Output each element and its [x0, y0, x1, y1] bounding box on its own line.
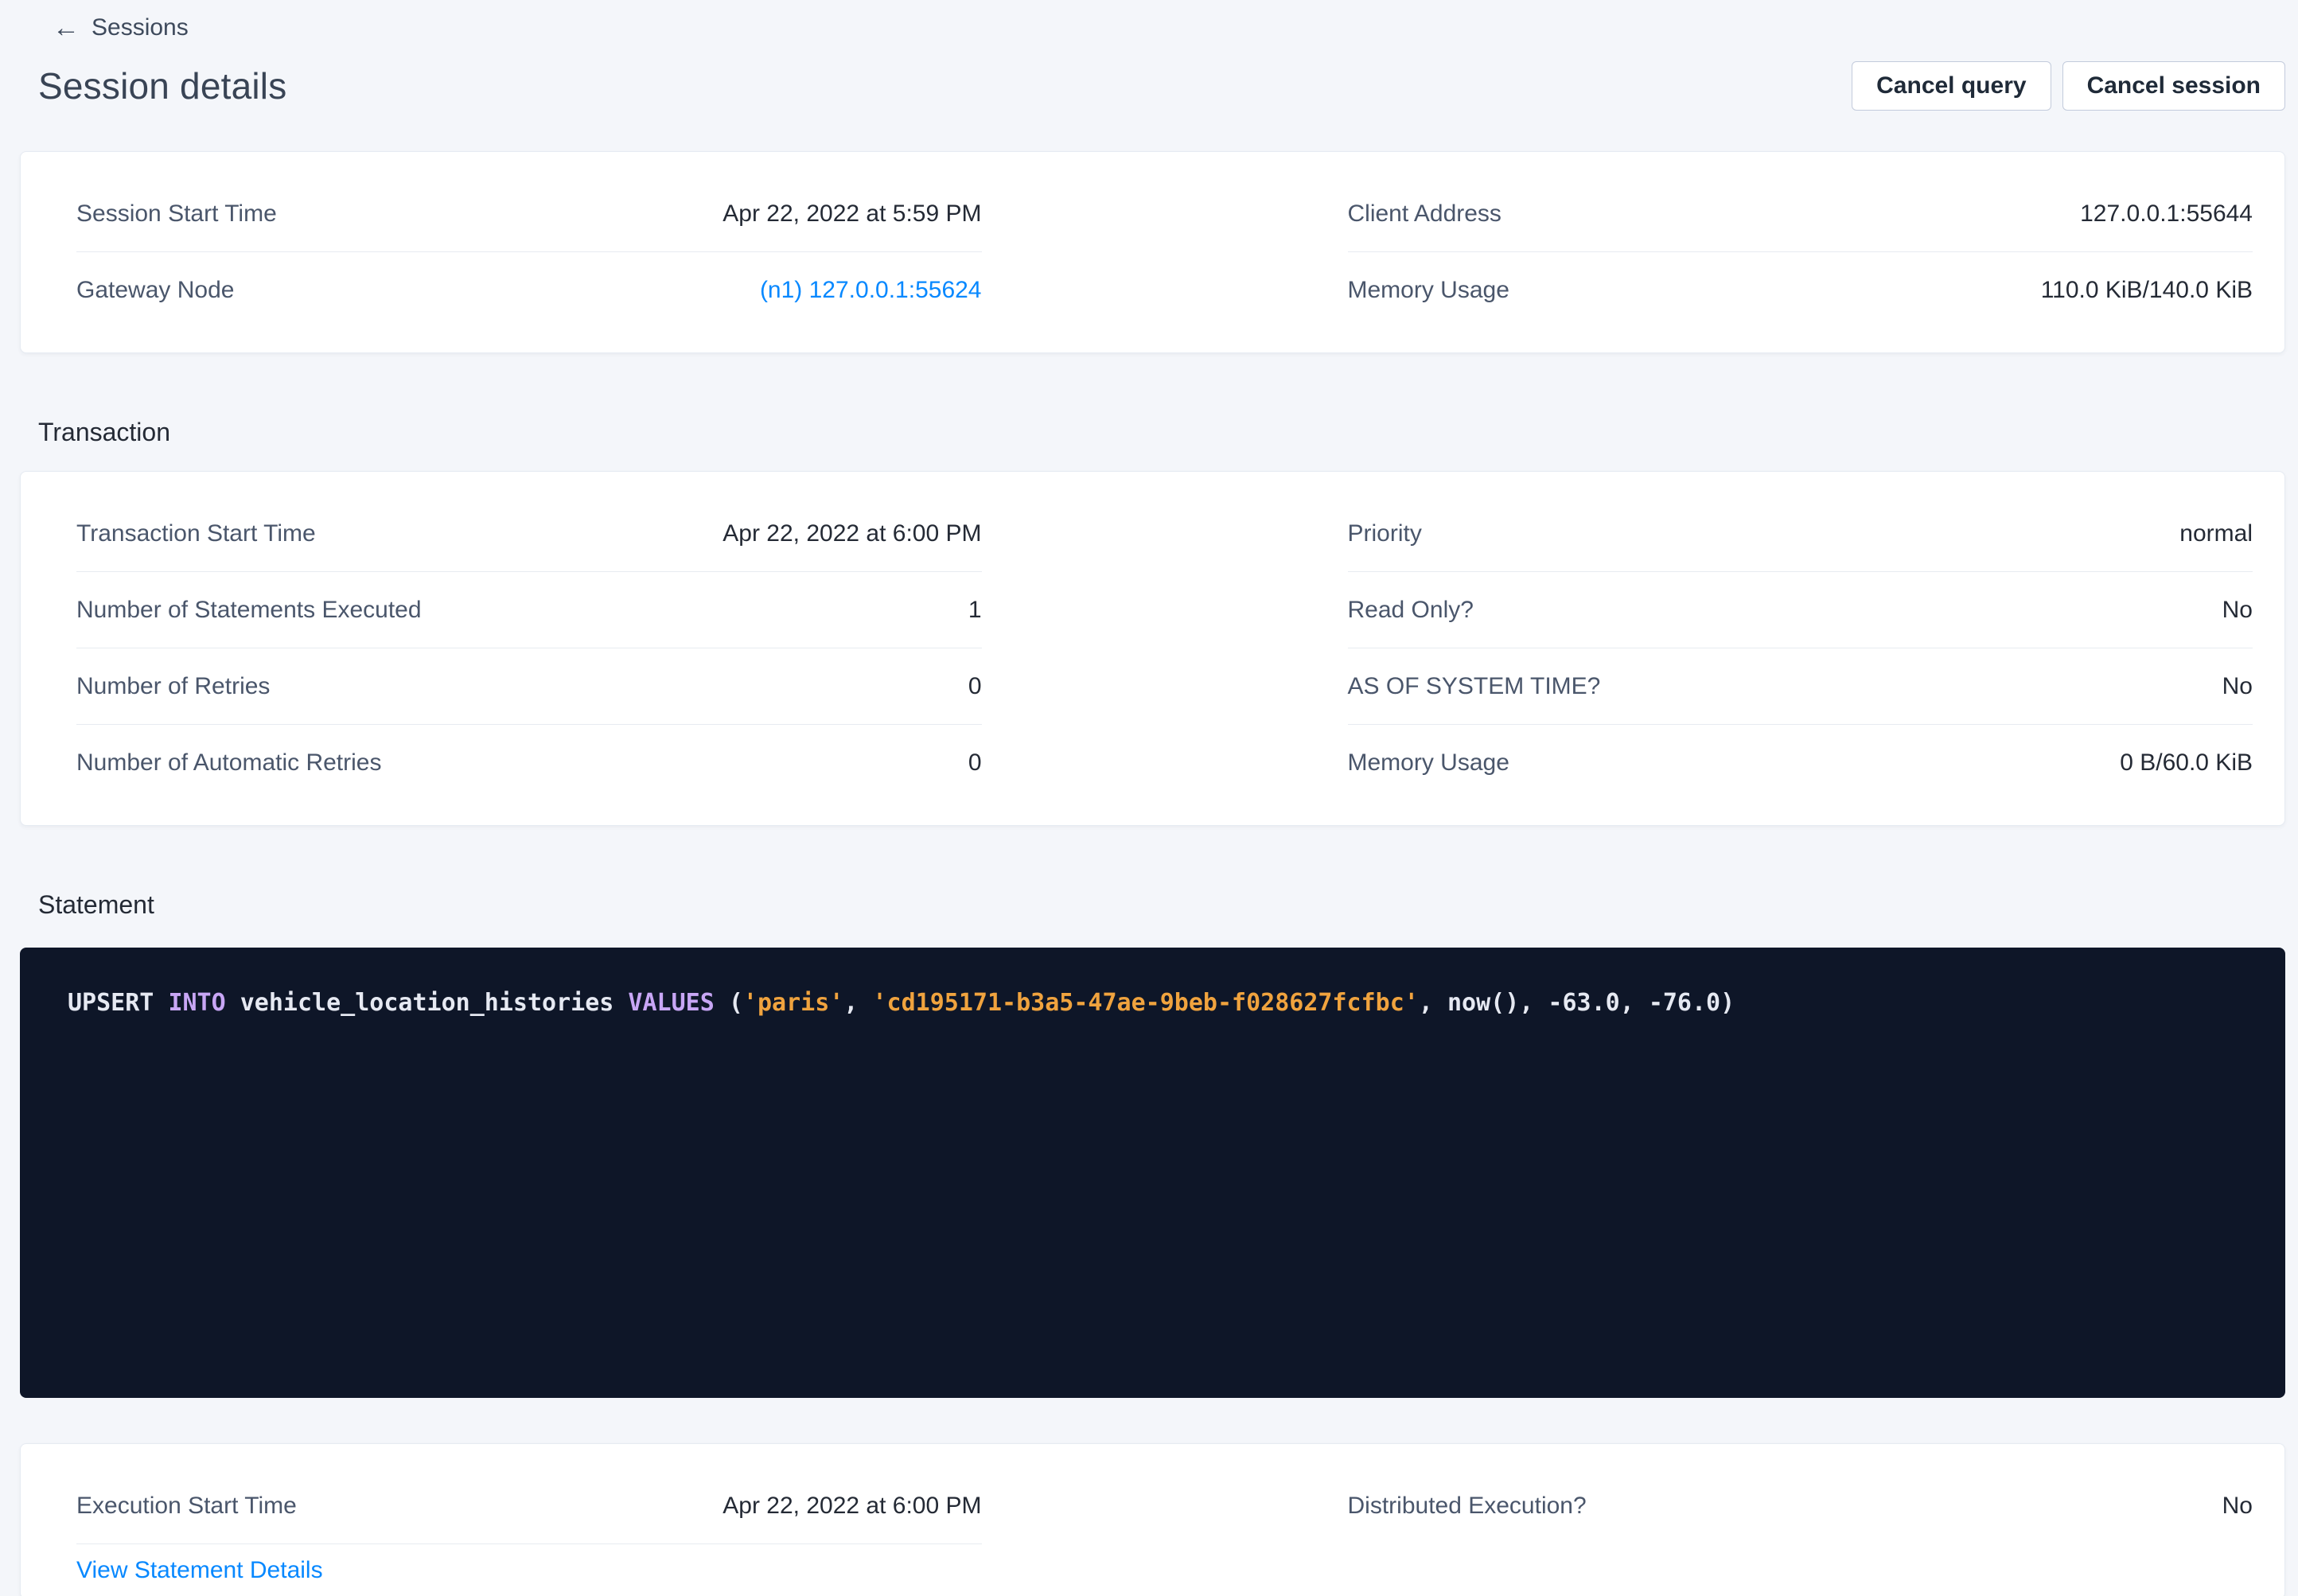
breadcrumb-label: Sessions — [92, 14, 189, 41]
row-value: Apr 22, 2022 at 5:59 PM — [723, 200, 981, 228]
gateway-node-row: Gateway Node (n1) 127.0.0.1:55624 — [76, 252, 982, 329]
view-statement-details-link[interactable]: View Statement Details — [76, 1557, 323, 1584]
automatic-retries-row: Number of Automatic Retries 0 — [76, 725, 982, 801]
sql-token: UPSERT — [68, 989, 168, 1017]
transaction-memory-usage-row: Memory Usage 0 B/60.0 KiB — [1348, 725, 2253, 801]
row-label: Read Only? — [1348, 597, 1474, 624]
transaction-section-heading: Transaction — [38, 417, 2298, 447]
execution-details-card: Execution Start Time Apr 22, 2022 at 6:0… — [20, 1443, 2285, 1596]
row-value: 1 — [968, 597, 982, 624]
row-label: AS OF SYSTEM TIME? — [1348, 673, 1601, 700]
row-label: Client Address — [1348, 200, 1501, 228]
cancel-query-button[interactable]: Cancel query — [1852, 61, 2051, 111]
cancel-session-button[interactable]: Cancel session — [2062, 61, 2285, 111]
sql-token: ( — [729, 989, 743, 1017]
row-value: No — [2222, 597, 2253, 624]
transaction-card: Transaction Start Time Apr 22, 2022 at 6… — [20, 471, 2285, 826]
row-label: Number of Retries — [76, 673, 270, 700]
statements-executed-row: Number of Statements Executed 1 — [76, 572, 982, 648]
statement-section-heading: Statement — [38, 889, 2298, 920]
sql-token: , — [843, 989, 872, 1017]
session-summary-card: Session Start Time Apr 22, 2022 at 5:59 … — [20, 151, 2285, 353]
page-title: Session details — [38, 64, 286, 107]
session-details-page: ← Sessions Session details Cancel query … — [0, 0, 2298, 1596]
sql-token: 'paris' — [743, 989, 843, 1017]
sql-token: 'cd195171-b3a5-47ae-9beb-f028627fcfbc' — [872, 989, 1418, 1017]
back-arrow-icon: ← — [53, 14, 80, 41]
row-label: Distributed Execution? — [1348, 1493, 1587, 1520]
statement-sql-box: UPSERT INTO vehicle_location_histories V… — [20, 948, 2285, 1398]
row-value: 0 B/60.0 KiB — [2120, 749, 2253, 777]
row-label: Memory Usage — [1348, 277, 1509, 304]
execution-start-time-row: Execution Start Time Apr 22, 2022 at 6:0… — [76, 1468, 982, 1544]
row-label: Priority — [1348, 520, 1422, 547]
row-label: Number of Statements Executed — [76, 597, 422, 624]
row-label: Execution Start Time — [76, 1493, 297, 1520]
row-value: Apr 22, 2022 at 6:00 PM — [723, 520, 981, 547]
row-value: 127.0.0.1:55644 — [2080, 200, 2253, 228]
transaction-right-column: Priority normal Read Only? No AS OF SYST… — [1348, 496, 2253, 801]
row-value: 0 — [968, 673, 982, 700]
row-value: 110.0 KiB/140.0 KiB — [2041, 277, 2253, 304]
row-label: Session Start Time — [76, 200, 277, 228]
header-actions: Cancel query Cancel session — [1852, 61, 2285, 111]
breadcrumb-back-sessions[interactable]: ← Sessions — [53, 11, 189, 45]
row-label: Memory Usage — [1348, 749, 1509, 777]
priority-row: Priority normal — [1348, 496, 2253, 572]
view-statement-details-row: View Statement Details — [76, 1544, 982, 1596]
sql-token: , now(), -63.0, -76.0) — [1419, 989, 1735, 1017]
row-label: Number of Automatic Retries — [76, 749, 381, 777]
page-header: Session details Cancel query Cancel sess… — [38, 59, 2285, 113]
row-value: No — [2222, 673, 2253, 700]
row-label: Gateway Node — [76, 277, 234, 304]
client-address-row: Client Address 127.0.0.1:55644 — [1348, 176, 2253, 252]
session-summary-right-column: Client Address 127.0.0.1:55644 Memory Us… — [1348, 176, 2253, 329]
sql-statement-text: UPSERT INTO vehicle_location_histories V… — [68, 986, 2238, 1021]
session-memory-usage-row: Memory Usage 110.0 KiB/140.0 KiB — [1348, 252, 2253, 329]
transaction-start-time-row: Transaction Start Time Apr 22, 2022 at 6… — [76, 496, 982, 572]
row-value: Apr 22, 2022 at 6:00 PM — [723, 1493, 981, 1520]
transaction-left-column: Transaction Start Time Apr 22, 2022 at 6… — [76, 496, 982, 801]
row-value: normal — [2179, 520, 2253, 547]
sql-token: INTO — [168, 989, 240, 1017]
read-only-row: Read Only? No — [1348, 572, 2253, 648]
session-start-time-row: Session Start Time Apr 22, 2022 at 5:59 … — [76, 176, 982, 252]
gateway-node-link[interactable]: (n1) 127.0.0.1:55624 — [760, 277, 982, 304]
row-label: Transaction Start Time — [76, 520, 316, 547]
number-of-retries-row: Number of Retries 0 — [76, 648, 982, 725]
sql-token: VALUES — [628, 989, 728, 1017]
row-value: No — [2222, 1493, 2253, 1520]
session-summary-left-column: Session Start Time Apr 22, 2022 at 5:59 … — [76, 176, 982, 329]
as-of-system-time-row: AS OF SYSTEM TIME? No — [1348, 648, 2253, 725]
distributed-execution-row: Distributed Execution? No — [1348, 1468, 2253, 1544]
execution-left-column: Execution Start Time Apr 22, 2022 at 6:0… — [76, 1468, 982, 1596]
execution-right-column: Distributed Execution? No — [1348, 1468, 2253, 1596]
row-value: 0 — [968, 749, 982, 777]
sql-token: vehicle_location_histories — [240, 989, 629, 1017]
